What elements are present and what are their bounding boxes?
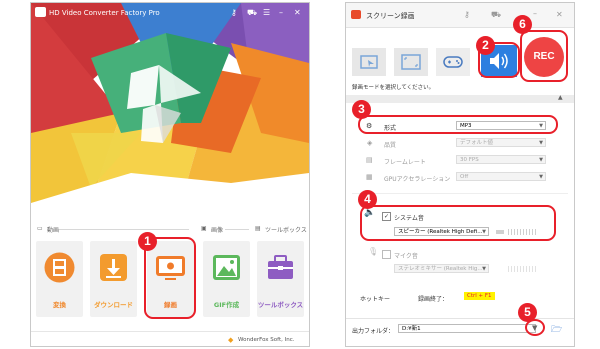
collapse-arrow-icon[interactable]: ▲: [558, 94, 563, 101]
hero-banner: [31, 3, 309, 203]
mode-hint: 録画モードを選択してください。: [352, 85, 435, 91]
minimize-icon[interactable]: –: [533, 9, 537, 18]
cart-icon[interactable]: ⛟: [247, 8, 257, 18]
app-logo-icon: [35, 7, 46, 17]
cart-icon[interactable]: ⛟: [491, 10, 501, 20]
quality-select: デフォルト値 ▼: [456, 138, 546, 147]
category-line-video: [59, 229, 189, 230]
image-category-label: 画像: [211, 227, 224, 234]
film-convert-icon: [44, 252, 75, 283]
chevron-down-icon: ▼: [539, 157, 543, 163]
framerate-icon: ▤: [366, 156, 373, 164]
callout-1: 1: [138, 232, 157, 251]
tool-convert-label: 変換: [53, 301, 66, 309]
tool-download-label: ダウンロード: [94, 301, 133, 309]
list-icon[interactable]: ☰: [263, 8, 270, 17]
quality-label: 品質: [384, 142, 397, 149]
quality-icon: ◈: [367, 139, 373, 147]
output-folder-label: 出力フォルダ：: [352, 328, 395, 335]
gpu-select: Off ▼: [456, 172, 546, 181]
fullscreen-capture-tab[interactable]: [394, 48, 428, 76]
tool-convert[interactable]: 変換: [36, 241, 83, 317]
wonderfox-logo-icon: ◆: [228, 336, 234, 344]
hotkey-action: 録画終了：: [418, 296, 449, 303]
highlight-audio-settings: [360, 205, 556, 241]
output-path-field[interactable]: D:¥新1: [398, 324, 536, 333]
highlight-rec-button: [520, 30, 568, 82]
download-icon: [100, 254, 127, 281]
framerate-value: 30 FPS: [460, 157, 479, 163]
callout-4: 4: [358, 190, 377, 209]
callout-3: 3: [352, 100, 371, 119]
mic-volume-meter: [508, 266, 538, 272]
window-title: スクリーン録画: [366, 12, 415, 20]
mic-checkbox[interactable]: [382, 250, 391, 259]
gpu-icon: ▦: [366, 173, 373, 181]
chevron-down-icon: ▼: [539, 174, 543, 180]
chevron-down-icon: ▼: [482, 266, 486, 272]
footer-divider: [346, 318, 574, 319]
mic-device-value: ステレオミキサー (Realtek Hig...: [398, 266, 483, 272]
mic-icon: 🎙: [368, 247, 379, 256]
category-line-image: [225, 229, 249, 230]
framerate-label: フレームレート: [384, 159, 426, 166]
footer-text: WonderFox Soft, Inc.: [238, 337, 295, 343]
key-icon[interactable]: ⚷: [231, 8, 237, 17]
highlight-format: [358, 115, 558, 134]
footer-divider: [31, 331, 309, 332]
tool-gif[interactable]: GIF作成: [203, 241, 250, 317]
app-title: HD Video Converter Factory Pro: [49, 9, 160, 17]
callout-5: 5: [518, 303, 537, 322]
hotkey-value: Ctrl + F1: [464, 292, 495, 300]
section-divider: [352, 193, 568, 194]
collapse-bar[interactable]: [346, 95, 574, 103]
callout-2: 2: [476, 36, 495, 55]
recorder-logo-icon: [351, 10, 361, 19]
game-capture-tab[interactable]: [436, 48, 470, 76]
folder-open-icon[interactable]: 🗁: [551, 322, 562, 338]
callout-6: 6: [513, 15, 532, 34]
image-category-icon: ▣: [201, 225, 207, 232]
tool-gif-label: GIF作成: [213, 301, 240, 309]
toolbox-category-icon: ▤: [255, 225, 261, 232]
tool-toolbox[interactable]: ツールボックス: [257, 241, 304, 317]
tool-toolbox-label: ツールボックス: [257, 301, 304, 309]
gpu-label: GPUアクセラレーション: [384, 176, 451, 183]
close-icon[interactable]: ✕: [294, 8, 301, 17]
minimize-icon[interactable]: –: [279, 8, 283, 17]
video-category-label: 動画: [47, 227, 60, 234]
hotkey-label: ホットキー: [360, 296, 391, 303]
window-capture-icon: [360, 55, 378, 69]
output-path-value: D:¥新1: [402, 326, 421, 332]
chevron-down-icon: ▼: [539, 140, 543, 146]
game-capture-icon: [443, 56, 463, 68]
gif-image-icon: [213, 255, 240, 280]
mic-label: マイク音: [394, 253, 418, 260]
gpu-value: Off: [460, 174, 469, 180]
fullscreen-capture-icon: [401, 54, 421, 70]
key-icon[interactable]: ⚷: [464, 10, 470, 19]
window-capture-tab[interactable]: [352, 48, 386, 76]
quality-value: デフォルト値: [460, 140, 494, 146]
toolbox-icon: [268, 255, 293, 279]
toolbox-category-label: ツールボックス: [265, 227, 307, 234]
framerate-select: 30 FPS ▼: [456, 155, 546, 164]
close-icon[interactable]: ✕: [556, 10, 563, 19]
tool-download[interactable]: ダウンロード: [90, 241, 137, 317]
video-category-icon: ▭: [37, 225, 43, 232]
mic-device-select: ステレオミキサー (Realtek Hig... ▼: [394, 264, 489, 273]
